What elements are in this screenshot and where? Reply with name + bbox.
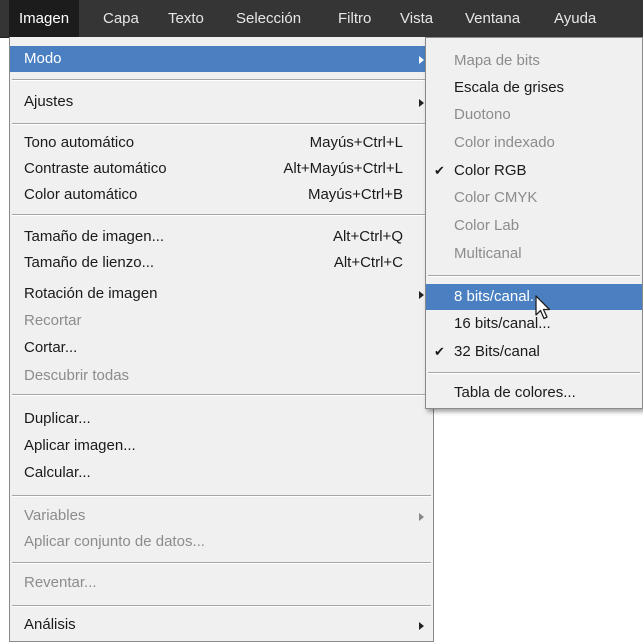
menu-item-label: Aplicar conjunto de datos... [24,533,205,550]
menu-item-label: Multicanal [454,245,522,262]
submenu-arrow-icon [419,622,424,630]
menu-item-analysis[interactable]: Análisis [10,612,433,638]
menu-vista[interactable]: Vista [400,0,433,37]
separator [12,394,431,396]
mode-submenu: Mapa de bits Escala de grises Duotono Co… [425,37,643,409]
menu-item-label: Recortar [24,312,82,329]
menu-item-label: Color RGB [454,162,527,179]
image-menu: Modo Ajustes Tono automático Mayús+Ctrl+… [9,37,434,642]
menu-item-auto-contrast[interactable]: Contraste automático Alt+Mayús+Ctrl+L [10,156,433,182]
menu-item-adjustments[interactable]: Ajustes [10,89,433,115]
menu-item-mode[interactable]: Modo [10,46,433,72]
menu-item-auto-color[interactable]: Color automático Mayús+Ctrl+B [10,182,433,208]
menu-item-label: Mapa de bits [454,52,540,69]
menu-item-label: Color indexado [454,134,555,151]
menu-item-auto-tone[interactable]: Tono automático Mayús+Ctrl+L [10,130,433,156]
menu-item-label: Escala de grises [454,79,565,96]
menu-capa[interactable]: Capa [103,0,139,37]
menu-item-calculations[interactable]: Calcular... [10,460,433,486]
submenu-item-8-bits[interactable]: 8 bits/canal... [426,284,642,320]
menu-item-canvas-size[interactable]: Tamaño de lienzo... Alt+Ctrl+C [10,250,433,276]
menu-item-label: Análisis [24,616,76,633]
menu-item-label: Color Lab [454,217,520,234]
menu-item-label: Aplicar imagen... [24,437,136,454]
submenu-item-multichannel[interactable]: Multicanal [426,241,642,267]
separator [12,562,431,564]
submenu-item-duotone[interactable]: Duotono [426,102,642,128]
menu-item-label: Descubrir todas [24,367,130,384]
separator [428,275,640,277]
menu-item-label: Tamaño de lienzo... [24,254,155,271]
separator [12,605,431,607]
separator [12,214,431,216]
menu-item-reveal-all[interactable]: Descubrir todas [10,363,433,389]
menu-item-label: Tamaño de imagen... [24,228,165,245]
separator [12,79,431,81]
menu-item-label: Contraste automático [24,160,167,177]
menu-seleccion[interactable]: Selección [236,0,301,37]
submenu-item-indexed-color[interactable]: Color indexado [426,130,642,156]
menu-item-apply-image[interactable]: Aplicar imagen... [10,433,433,459]
checkmark-icon: ✔ [434,163,445,178]
menu-item-trap[interactable]: Reventar... [10,570,433,596]
menu-item-label: Duotono [454,106,511,123]
submenu-item-lab-color[interactable]: Color Lab [426,213,642,239]
submenu-item-16-bits[interactable]: 16 bits/canal... [426,311,642,337]
menu-item-label: Color CMYK [454,189,538,206]
shortcut-label: Alt+Ctrl+Q [332,228,403,245]
menu-item-label: Cortar... [24,339,78,356]
separator [12,495,431,497]
submenu-item-bitmap[interactable]: Mapa de bits [426,48,642,74]
menu-item-duplicate[interactable]: Duplicar... [10,406,433,432]
submenu-arrow-icon [419,291,424,299]
menu-imagen[interactable]: Imagen [9,0,80,37]
menu-item-label: Tabla de colores... [454,384,576,401]
checkmark-icon: ✔ [434,344,445,359]
submenu-item-grayscale[interactable]: Escala de grises [426,75,642,101]
separator [428,372,640,374]
menu-ventana[interactable]: Ventana [465,0,520,37]
menu-item-label: Duplicar... [24,410,91,427]
menu-item-label: Modo [24,50,62,67]
submenu-arrow-icon [419,99,424,107]
submenu-item-color-table[interactable]: Tabla de colores... [426,380,642,406]
menu-item-label: Color automático [24,186,138,203]
menu-item-label: Ajustes [24,93,74,110]
menu-item-variables[interactable]: Variables [10,503,433,529]
menu-item-label: 8 bits/canal... [454,288,543,305]
menu-filtro[interactable]: Filtro [338,0,371,37]
submenu-arrow-icon [419,513,424,521]
submenu-item-rgb-color[interactable]: ✔ Color RGB [426,158,642,184]
separator [12,123,431,125]
menu-ayuda[interactable]: Ayuda [554,0,596,37]
menu-item-crop[interactable]: Recortar [10,308,433,334]
submenu-item-32-bits[interactable]: ✔ 32 Bits/canal [426,339,642,365]
menu-item-trim[interactable]: Cortar... [10,335,433,361]
menu-item-label: Tono automático [24,134,135,151]
menu-item-apply-data-set[interactable]: Aplicar conjunto de datos... [10,529,433,555]
shortcut-label: Mayús+Ctrl+L [309,134,403,151]
submenu-item-cmyk-color[interactable]: Color CMYK [426,185,642,211]
menu-item-label: Variables [24,507,86,524]
menu-item-label: 32 Bits/canal [454,343,540,360]
menu-item-label: 16 bits/canal... [454,315,551,332]
menu-item-label: Reventar... [24,574,97,591]
menu-item-label: Calcular... [24,464,91,481]
submenu-arrow-icon [419,56,424,64]
menu-item-image-size[interactable]: Tamaño de imagen... Alt+Ctrl+Q [10,224,433,250]
shortcut-label: Alt+Mayús+Ctrl+L [283,160,403,177]
menu-bar: Imagen Capa Texto Selección Filtro Vista… [0,0,643,38]
shortcut-label: Mayús+Ctrl+B [307,186,403,203]
menu-item-label: Rotación de imagen [24,285,158,302]
menu-texto[interactable]: Texto [168,0,204,37]
shortcut-label: Alt+Ctrl+C [333,254,403,271]
menu-item-image-rotation[interactable]: Rotación de imagen [10,281,433,307]
